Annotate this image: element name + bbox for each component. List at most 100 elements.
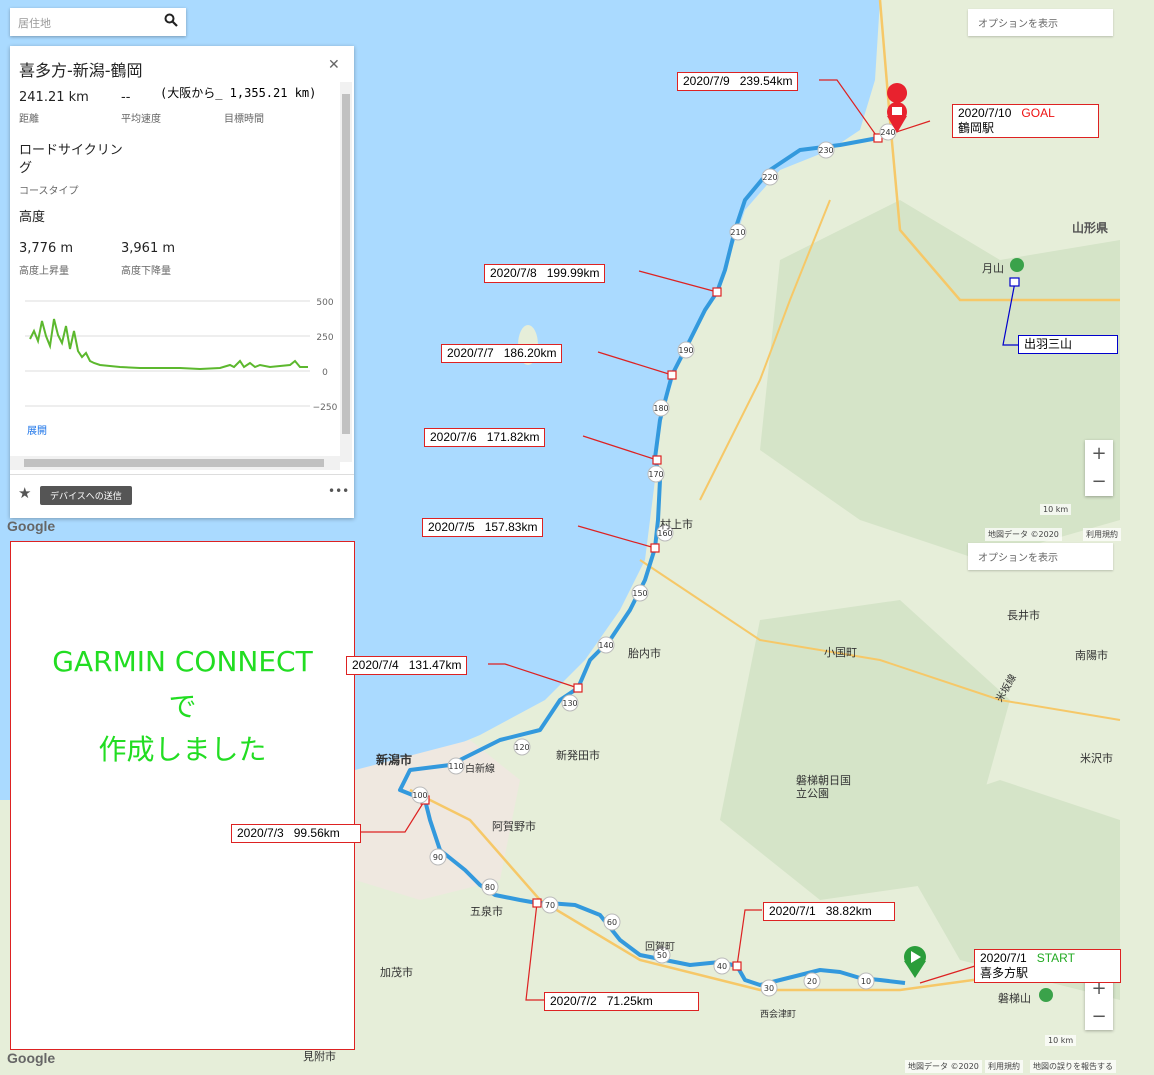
place-bandaisan: 磐梯山 (998, 992, 1031, 1005)
place-bandai-asahi: 磐梯朝日国立公園 (796, 774, 851, 800)
label-2020-7-8: 2020/7/8 199.99km (484, 264, 606, 283)
place-kaga: 回賀町 (645, 942, 675, 953)
place-shibata: 新発田市 (556, 749, 600, 762)
garmin-line-1: GARMIN CONNECT (52, 645, 313, 678)
place-nanyo: 南陽市 (1075, 649, 1108, 662)
label-goal: 2020/7/10 GOAL 鶴岡駅 (952, 104, 1099, 138)
garmin-line-2: で (168, 690, 197, 723)
elevation-profile (29, 318, 308, 371)
place-mitsuke: 見附市 (303, 1050, 336, 1063)
km-marker-label-180: 180 (653, 404, 668, 413)
label-start: 2020/7/1 START 喜多方駅 (974, 949, 1121, 983)
place-agano: 阿賀野市 (492, 820, 536, 833)
ytick-500: 500 (316, 298, 333, 308)
km-marker-label-90: 90 (433, 853, 443, 862)
zoom-in-button[interactable]: + (1085, 440, 1113, 468)
km-marker-label-30: 30 (764, 984, 774, 993)
search-icon[interactable] (164, 13, 178, 27)
place-niigata: 新潟市 (376, 753, 413, 767)
km-marker-label-150: 150 (632, 589, 647, 598)
expand-link[interactable]: 展開 (27, 422, 47, 437)
star-icon[interactable]: ★ (18, 484, 31, 502)
scale-bar-top: 10 km (1040, 504, 1072, 515)
search-box[interactable]: 居住地 (10, 8, 186, 36)
km-marker-label-240: 240 (880, 128, 895, 137)
ascent-label: 高度上昇量 (19, 266, 69, 277)
km-marker-label-70: 70 (545, 901, 555, 910)
avg-speed-label: 平均速度 (121, 114, 161, 125)
descent-value: 3,961 m (121, 241, 176, 256)
km-marker-label-100: 100 (412, 791, 427, 800)
km-marker-label-170: 170 (648, 470, 663, 479)
label-2020-7-1-38km: 2020/7/1 38.82km (763, 902, 895, 921)
target-time-label: 目標時間 (224, 114, 264, 125)
label-2020-7-4: 2020/7/4 131.47km (346, 656, 468, 675)
label-2020-7-7: 2020/7/7 186.20km (441, 344, 563, 363)
place-yonezawa: 米沢市 (1080, 752, 1113, 765)
course-type-label: コースタイプ (19, 186, 79, 197)
place-yamagata: 山形県 (1072, 221, 1109, 235)
map-copyright-top: 地図データ ©2020 (985, 528, 1062, 541)
ytick-0: 0 (322, 368, 328, 378)
more-icon[interactable]: ••• (328, 484, 349, 498)
distance-value: 241.21 km (19, 90, 89, 105)
google-logo-top: Google (7, 518, 56, 534)
ytick-250: 250 (316, 333, 333, 343)
km-marker-label-120: 120 (514, 743, 529, 752)
send-to-device-button[interactable]: デバイスへの送信 (40, 486, 132, 505)
map-copyright-bottom: 地図データ ©2020 (905, 1060, 982, 1073)
km-marker-label-60: 60 (607, 918, 617, 927)
ytick-minus250: −250 (313, 403, 338, 413)
place-hakushin-line: 白新線 (465, 764, 495, 775)
place-nagai: 長井市 (1007, 609, 1040, 622)
terms-top[interactable]: 利用規約 (1083, 528, 1121, 541)
km-marker-label-10: 10 (861, 977, 871, 986)
show-options-top[interactable]: オプションを表示 (968, 9, 1113, 36)
km-marker-label-80: 80 (485, 883, 495, 892)
elevation-chart: 500 250 0 −250 (25, 298, 338, 413)
zoom-out-button[interactable]: − (1085, 468, 1113, 496)
km-marker-label-130: 130 (562, 699, 577, 708)
report-error-link[interactable]: 地図の誤りを報告する (1030, 1060, 1116, 1073)
place-oguni: 小国町 (824, 646, 857, 659)
km-marker-label-220: 220 (762, 173, 777, 182)
zoom-control-bottom: + − (1085, 975, 1113, 1030)
km-marker-label-140: 140 (598, 641, 613, 650)
scale-bar-bottom: 10 km (1045, 1035, 1077, 1046)
place-kamo: 加茂市 (380, 966, 413, 979)
terms-bottom[interactable]: 利用規約 (985, 1060, 1023, 1073)
zoom-out-button-2[interactable]: − (1085, 1003, 1113, 1031)
km-marker-label-210: 210 (730, 228, 745, 237)
place-gassan: 月山 (982, 262, 1004, 275)
descent-label: 高度下降量 (121, 266, 171, 277)
label-2020-7-9: 2020/7/9 239.54km (677, 72, 799, 91)
label-2020-7-5: 2020/7/5 157.83km (422, 518, 544, 537)
osaka-note: (大阪から_ 1,355.21 km) (160, 86, 317, 100)
label-2020-7-3: 2020/7/3 99.56km (231, 824, 361, 843)
km-marker-label-110: 110 (448, 762, 463, 771)
course-title: 喜多方-新潟-鶴岡 (19, 61, 143, 80)
distance-label: 距離 (19, 114, 39, 125)
garmin-line-3: 作成しました (98, 733, 267, 766)
label-dewa-sanzan: 出羽三山 (1018, 335, 1118, 354)
search-placeholder: 居住地 (18, 17, 51, 30)
km-marker-label-20: 20 (807, 977, 817, 986)
vertical-scrollbar[interactable] (340, 82, 352, 462)
label-2020-7-6: 2020/7/6 171.82km (424, 428, 546, 447)
place-tainai: 胎内市 (628, 647, 661, 660)
elevation-heading: 高度 (19, 210, 46, 225)
km-marker-label-230: 230 (818, 146, 833, 155)
google-logo-bottom: Google (7, 1050, 56, 1066)
horizontal-scrollbar[interactable] (10, 456, 340, 470)
zoom-control-top: + − (1085, 440, 1113, 496)
garmin-note-box: GARMIN CONNECT で 作成しました (10, 541, 355, 1050)
label-2020-7-2: 2020/7/2 71.25km (544, 992, 699, 1011)
ascent-value: 3,776 m (19, 241, 74, 256)
show-options-bottom[interactable]: オプションを表示 (968, 543, 1113, 570)
place-nishiaizu: 西会津町 (760, 1010, 797, 1020)
course-type-value: ロードサイクリング (19, 143, 123, 176)
place-murakami: 村上市 (660, 518, 693, 531)
km-marker-label-190: 190 (678, 346, 693, 355)
place-gosen: 五泉市 (470, 905, 503, 918)
close-icon[interactable]: ✕ (328, 57, 340, 73)
